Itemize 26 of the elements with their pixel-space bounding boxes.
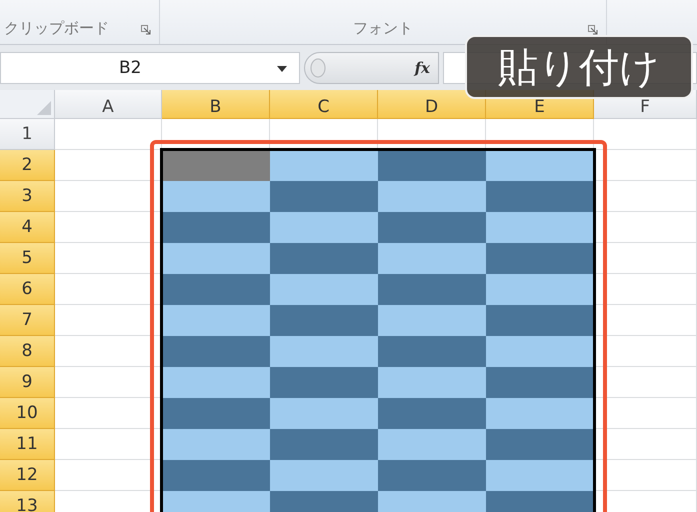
row-header[interactable]: 13 [0,491,55,512]
row-header[interactable]: 10 [0,398,55,429]
dialog-launcher-icon[interactable] [141,25,151,35]
row-header[interactable]: 12 [0,460,55,491]
column-header[interactable]: A [55,90,162,119]
column-header[interactable]: D [378,90,486,119]
group-label: クリップボード [4,19,109,38]
column-header[interactable]: C [270,90,378,119]
row-header[interactable]: 5 [0,243,55,274]
row-header[interactable]: 3 [0,181,55,212]
row-header[interactable]: 8 [0,336,55,367]
row-header[interactable]: 4 [0,212,55,243]
row-header[interactable]: 6 [0,274,55,305]
row-header[interactable]: 1 [0,119,55,150]
column-header[interactable]: B [162,90,270,119]
name-box[interactable]: B2 [0,52,300,84]
caret-icon[interactable] [277,66,287,72]
dialog-launcher-icon[interactable] [588,25,598,35]
row-header[interactable]: 7 [0,305,55,336]
group-label: フォント [353,19,413,38]
caption-tooltip: 貼り付け [465,35,693,99]
insert-function-button[interactable]: fx [414,58,430,76]
grip-icon[interactable] [309,56,327,78]
row-header[interactable]: 9 [0,367,55,398]
row-header[interactable]: 11 [0,429,55,460]
row-header[interactable]: 2 [0,150,55,181]
